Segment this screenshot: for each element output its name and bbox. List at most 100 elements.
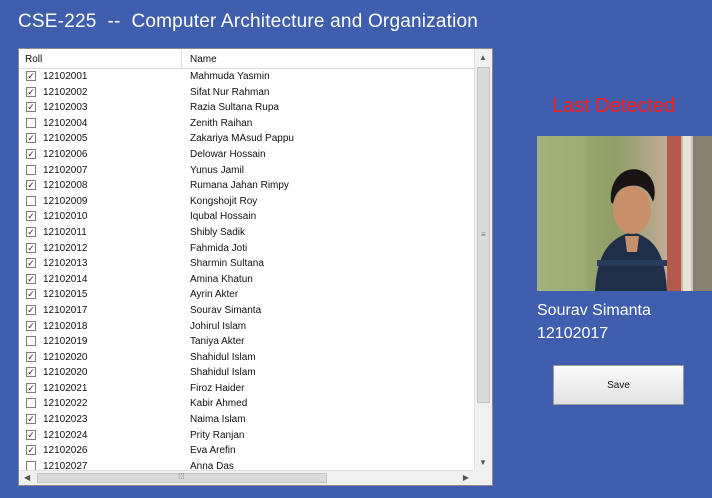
column-separator[interactable] — [181, 49, 182, 68]
list-row[interactable]: ✓ 12102015 Ayrin Akter — [19, 287, 474, 303]
roll-cell: 12102018 — [43, 320, 88, 332]
list-row[interactable]: 12102009 Kongshojit Roy — [19, 194, 474, 210]
name-cell: Iqubal Hossain — [190, 211, 257, 223]
list-row[interactable]: 12102004 Zenith Raihan — [19, 116, 474, 132]
name-cell: Shibly Sadik — [190, 226, 246, 238]
attendance-checkbox[interactable]: ✓ — [26, 258, 36, 269]
vertical-scroll-thumb[interactable]: ≡ — [477, 67, 490, 403]
list-row[interactable]: 12102019 Taniya Akter — [19, 334, 474, 350]
roll-cell: 12102026 — [43, 445, 88, 457]
name-cell: Zakariya MAsud Pappu — [190, 133, 294, 145]
roll-cell: 12102001 — [43, 71, 88, 82]
roll-cell: 12102019 — [43, 336, 88, 348]
list-row[interactable]: ✓ 12102021 Firoz Haider — [19, 381, 474, 397]
list-row[interactable]: ✓ 12102017 Sourav Simanta — [19, 303, 474, 319]
vertical-scrollbar[interactable]: ▲ ≡ ▼ — [474, 49, 492, 471]
list-row[interactable]: ✓ 12102003 Razia Sultana Rupa — [19, 100, 474, 116]
list-row[interactable]: ✓ 12102014 Amina Khatun — [19, 272, 474, 288]
scroll-left-arrow-icon[interactable]: ◀ — [24, 473, 30, 482]
list-row[interactable]: ✓ 12102011 Shibly Sadik — [19, 225, 474, 241]
name-cell: Sifat Nur Rahman — [190, 86, 270, 98]
list-row[interactable]: ✓ 12102013 Sharmin Sultana — [19, 256, 474, 272]
attendance-checkbox[interactable] — [26, 117, 36, 128]
attendance-checkbox[interactable]: ✓ — [26, 367, 36, 378]
name-cell: Naima Islam — [190, 414, 246, 426]
column-header-roll[interactable]: Roll — [25, 54, 42, 65]
attendance-checkbox[interactable]: ✓ — [26, 148, 36, 159]
list-row[interactable]: ✓ 12102010 Iqubal Hossain — [19, 209, 474, 225]
name-cell: Delowar Hossain — [190, 148, 266, 160]
roll-cell: 12102003 — [43, 102, 88, 114]
list-row[interactable]: 12102007 Yunus Jamil — [19, 163, 474, 179]
attendance-checkbox[interactable]: ✓ — [26, 86, 36, 97]
scrollbar-corner — [474, 469, 492, 485]
list-row[interactable]: ✓ 12102001 Mahmuda Yasmin — [19, 69, 474, 85]
name-cell: Firoz Haider — [190, 382, 245, 394]
detected-person-roll: 12102017 — [537, 325, 609, 342]
person-photo-image — [537, 136, 712, 291]
list-row[interactable]: ✓ 12102026 Eva Arefin — [19, 443, 474, 459]
attendance-checkbox[interactable] — [26, 164, 36, 175]
attendance-checkbox[interactable]: ✓ — [26, 382, 36, 393]
list-row[interactable]: 12102022 Kabir Ahmed — [19, 396, 474, 412]
roll-cell: 12102020 — [43, 351, 88, 363]
column-header-name[interactable]: Name — [190, 54, 217, 65]
attendance-list[interactable]: Roll Name ✓ 12102001 Mahmuda Yasmin ✓ 121020… — [18, 48, 493, 486]
name-cell: Fahmida Joti — [190, 242, 248, 254]
roll-cell: 12102006 — [43, 148, 88, 160]
detected-person-photo — [537, 136, 712, 291]
attendance-checkbox[interactable]: ✓ — [26, 289, 36, 300]
list-row[interactable]: ✓ 12102024 Prity Ranjan — [19, 428, 474, 444]
attendance-checkbox[interactable]: ✓ — [26, 445, 36, 456]
list-row[interactable]: ✓ 12102002 Sifat Nur Rahman — [19, 85, 474, 101]
attendance-checkbox[interactable]: ✓ — [26, 304, 36, 315]
name-cell: Sourav Simanta — [190, 304, 262, 316]
roll-cell: 12102008 — [43, 180, 88, 192]
attendance-checkbox[interactable]: ✓ — [26, 429, 36, 440]
list-row[interactable]: ✓ 12102005 Zakariya MAsud Pappu — [19, 131, 474, 147]
name-cell: Kabir Ahmed — [190, 398, 248, 410]
list-row[interactable]: ✓ 12102012 Fahmida Joti — [19, 241, 474, 257]
roll-cell: 12102004 — [43, 117, 88, 129]
name-cell: Eva Arefin — [190, 445, 236, 457]
roll-cell: 12102015 — [43, 289, 88, 301]
attendance-checkbox[interactable]: ✓ — [26, 351, 36, 362]
scroll-up-arrow-icon[interactable]: ▲ — [479, 53, 487, 62]
scroll-right-arrow-icon[interactable]: ▶ — [463, 473, 469, 482]
attendance-checkbox[interactable]: ✓ — [26, 133, 36, 144]
scroll-grip-icon: ≡ — [481, 230, 486, 239]
attendance-checkbox[interactable]: ✓ — [26, 320, 36, 331]
attendance-checkbox[interactable] — [26, 336, 36, 347]
name-cell: Shahidul Islam — [190, 367, 256, 379]
horizontal-scroll-thumb[interactable]: ⁞⁞⁞ — [37, 472, 327, 483]
name-cell: Sharmin Sultana — [190, 258, 264, 270]
attendance-checkbox[interactable]: ✓ — [26, 226, 36, 237]
name-cell: Shahidul Islam — [190, 351, 256, 363]
attendance-checkbox[interactable]: ✓ — [26, 273, 36, 284]
list-row[interactable]: ✓ 12102020 Shahidul Islam — [19, 350, 474, 366]
list-row[interactable]: ✓ 12102018 Johirul Islam — [19, 319, 474, 335]
scroll-grip-icon: ⁞⁞⁞ — [178, 472, 185, 481]
name-cell: Yunus Jamil — [190, 164, 244, 176]
save-button[interactable]: Save — [553, 365, 684, 405]
attendance-checkbox[interactable]: ✓ — [26, 71, 36, 81]
roll-cell: 12102011 — [43, 226, 87, 238]
roll-cell: 12102022 — [43, 398, 88, 410]
list-row[interactable]: ✓ 12102020 Shahidul Islam — [19, 365, 474, 381]
attendance-checkbox[interactable]: ✓ — [26, 414, 36, 425]
scroll-down-arrow-icon[interactable]: ▼ — [479, 458, 487, 467]
attendance-checkbox[interactable]: ✓ — [26, 102, 36, 113]
attendance-checkbox[interactable] — [26, 398, 36, 409]
list-row[interactable]: ✓ 12102008 Rumana Jahan Rimpy — [19, 178, 474, 194]
roll-cell: 12102009 — [43, 195, 88, 207]
attendance-checkbox[interactable]: ✓ — [26, 242, 36, 253]
roll-cell: 12102021 — [43, 382, 88, 394]
name-cell: Kongshojit Roy — [190, 195, 258, 207]
roll-cell: 12102014 — [43, 273, 88, 285]
list-row[interactable]: ✓ 12102023 Naima Islam — [19, 412, 474, 428]
attendance-checkbox[interactable] — [26, 195, 36, 206]
attendance-checkbox[interactable]: ✓ — [26, 211, 36, 222]
attendance-checkbox[interactable]: ✓ — [26, 180, 36, 191]
list-row[interactable]: ✓ 12102006 Delowar Hossain — [19, 147, 474, 163]
horizontal-scrollbar[interactable]: ◀ ⁞⁞⁞ ▶ — [19, 470, 474, 485]
